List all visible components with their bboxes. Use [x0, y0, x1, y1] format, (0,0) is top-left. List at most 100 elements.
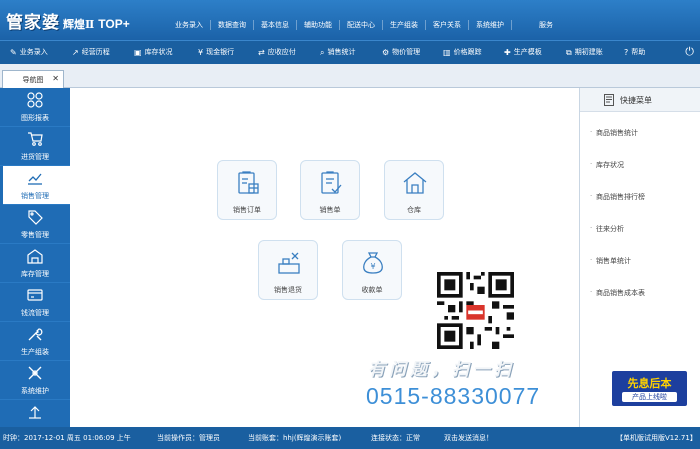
yen-icon: ¥: [198, 48, 204, 57]
sidebar-item-graph-report[interactable]: 图形报表: [0, 88, 70, 127]
box-icon: ▣: [134, 48, 142, 57]
quick-menu-item[interactable]: 商品销售排行榜: [590, 192, 645, 202]
toolbar-item-help[interactable]: ? 帮助: [624, 46, 645, 59]
quick-menu-item[interactable]: 库存状况: [590, 160, 624, 170]
settings-icon: [28, 366, 42, 380]
tab-navigation[interactable]: 导航图 ✕: [2, 70, 64, 88]
status-account: 当前账套：hhj(辉煌演示账套): [248, 434, 342, 442]
quick-menu-item[interactable]: 商品销售统计: [590, 128, 638, 138]
quick-menu-header: 快捷菜单: [580, 88, 700, 112]
toolbar-item-label: 库存状况: [144, 48, 173, 56]
quick-menu-item[interactable]: 往来分析: [590, 224, 624, 234]
toolbar-item-production-template[interactable]: ✚ 生产模板: [504, 46, 542, 59]
status-clock: 时钟：2017-12-01 周五 01:06:09 上午: [3, 434, 131, 442]
sidebar-item-cashflow[interactable]: 钱流管理: [0, 283, 70, 322]
toolbar-item-label: 生产模板: [513, 48, 542, 56]
toolbar-item-price-track[interactable]: ▥ 价格跟踪: [443, 46, 482, 59]
sidebar-item-purchase[interactable]: 进货管理: [0, 127, 70, 166]
sidebar-item-label: 库存管理: [21, 270, 49, 278]
tools-icon: [28, 328, 43, 341]
top-menu-item[interactable]: 客户关系: [426, 20, 469, 30]
clipboard-check-icon: [321, 171, 342, 194]
logo-suffix: TOP+: [98, 17, 130, 31]
nav-card-label: 销售单: [319, 206, 341, 214]
app-window: 管家婆 辉煌Ⅱ TOP+ 业务录入 数据查询 基本信息 辅助功能 配送中心 生产…: [0, 0, 700, 449]
toolbar-item-opening[interactable]: ⧉ 期初建账: [566, 46, 603, 59]
toolbar: ✎ 业务录入 ↗ 经营历程 ▣ 库存状况 ¥ 现金银行 ⇄ 应收应付 ⌕ 销售统计 ⚙ 物价管…: [0, 40, 700, 64]
toolbar-item-history[interactable]: ↗ 经营历程: [72, 46, 110, 59]
nav-card-label: 仓库: [407, 206, 421, 214]
tag-icon: [28, 210, 43, 225]
sidebar-item-more[interactable]: [0, 400, 70, 427]
toolbar-item-stock[interactable]: ▣ 库存状况: [134, 46, 173, 59]
chart-icon: ▥: [443, 48, 451, 57]
warehouse-icon: [27, 249, 43, 264]
toolbar-item-label: 现金银行: [206, 48, 235, 56]
app-logo: 管家婆 辉煌Ⅱ TOP+: [6, 8, 130, 33]
toolbar-item-label: 应收应付: [267, 48, 296, 56]
toolbar-item-label: 帮助: [631, 48, 646, 56]
sidebar-item-system[interactable]: 系统维护: [0, 361, 70, 400]
nav-card-label: 销售订单: [233, 206, 261, 214]
sidebar-item-sales[interactable]: 销售管理: [0, 166, 70, 205]
top-menu-item[interactable]: 数据查询: [211, 20, 254, 30]
toolbar-item-receivable[interactable]: ⇄ 应收应付: [258, 46, 296, 59]
top-menu-item[interactable]: 生产组装: [383, 20, 426, 30]
toolbar-item-label: 经营历程: [81, 48, 110, 56]
status-connection: 连接状态：正常: [371, 434, 420, 442]
sidebar-item-label: 钱流管理: [21, 309, 49, 317]
sidebar-item-label: 销售管理: [21, 192, 49, 200]
quick-menu-item[interactable]: 销售单统计: [590, 256, 631, 266]
nav-card-sales-return[interactable]: 销售退货: [258, 240, 318, 300]
top-menu-item-service[interactable]: 服务: [532, 20, 560, 30]
power-icon[interactable]: ⏻: [685, 45, 694, 59]
tab-bar: 导航图 ✕: [0, 64, 700, 88]
toolbar-item-business-entry[interactable]: ✎ 业务录入: [10, 46, 48, 59]
nav-card-label: 销售退货: [274, 286, 302, 294]
promo-badge[interactable]: 先息后本 产品上线啦: [612, 371, 687, 406]
top-menu-item[interactable]: 基本信息: [254, 20, 297, 30]
toolbar-item-sales-stats[interactable]: ⌕ 销售统计: [320, 46, 355, 59]
top-menu: 业务录入 数据查询 基本信息 辅助功能 配送中心 生产组装 客户关系 系统维护 …: [168, 20, 560, 30]
top-menu-item[interactable]: 辅助功能: [297, 20, 340, 30]
sidebar-item-label: 图形报表: [21, 114, 49, 122]
toolbar-item-price-mgmt[interactable]: ⚙ 物价管理: [382, 46, 420, 59]
toolbar-item-label: 业务录入: [19, 48, 48, 56]
status-version: 【单机版试用版V12.71】: [616, 434, 697, 442]
nav-card-receipt[interactable]: ¥ 收款单: [342, 240, 402, 300]
promo-badge-subtitle: 产品上线啦: [622, 392, 677, 402]
sidebar-item-retail[interactable]: 零售管理: [0, 205, 70, 244]
logo-text: 管家婆: [6, 13, 60, 33]
puzzle-icon: ✚: [504, 48, 511, 57]
order-icon: [238, 171, 259, 194]
upload-icon: [29, 406, 41, 419]
return-icon: [278, 252, 300, 274]
top-menu-item[interactable]: 配送中心: [340, 20, 383, 30]
status-send-message[interactable]: 双击发送消息！: [444, 433, 493, 443]
gear-icon: ⚙: [382, 48, 390, 57]
document-icon: [604, 94, 614, 106]
logo-edition: 辉煌Ⅱ: [63, 18, 95, 31]
sidebar-item-production[interactable]: 生产组装: [0, 322, 70, 361]
nav-card-label: 收款单: [361, 286, 383, 294]
sidebar-item-inventory[interactable]: 库存管理: [0, 244, 70, 283]
tab-label: 导航图: [22, 75, 44, 84]
nav-card-sales-order[interactable]: 销售订单: [217, 160, 277, 220]
nav-card-sales-slip[interactable]: 销售单: [300, 160, 360, 220]
grid-icon: [27, 92, 43, 108]
status-bar: 时钟：2017-12-01 周五 01:06:09 上午 当前操作员：管理员 当…: [0, 427, 700, 449]
quick-menu-panel: 快捷菜单 商品销售统计 库存状况 商品销售排行榜 往来分析 销售单统计 商品销售…: [579, 88, 700, 427]
close-icon[interactable]: ✕: [52, 74, 59, 83]
sidebar-item-label: 生产组装: [21, 348, 49, 356]
toolbar-item-cash-bank[interactable]: ¥ 现金银行: [198, 46, 234, 59]
nav-card-warehouse[interactable]: 仓库: [384, 160, 444, 220]
top-menu-item[interactable]: 系统维护: [469, 20, 512, 30]
toolbar-item-label: 销售统计: [327, 48, 356, 56]
search-icon: ⌕: [320, 48, 325, 57]
navigation-canvas: 销售订单 销售单 仓库 销售退货 ¥ 收款单 有问题，扫一扫 0515-8833…: [70, 88, 579, 427]
external-icon: ⧉: [566, 48, 572, 57]
quick-menu-item[interactable]: 商品销售成本表: [590, 288, 645, 298]
sidebar-item-label: 系统维护: [21, 387, 49, 395]
top-menu-item[interactable]: 业务录入: [168, 20, 211, 30]
card-icon: [27, 289, 43, 301]
